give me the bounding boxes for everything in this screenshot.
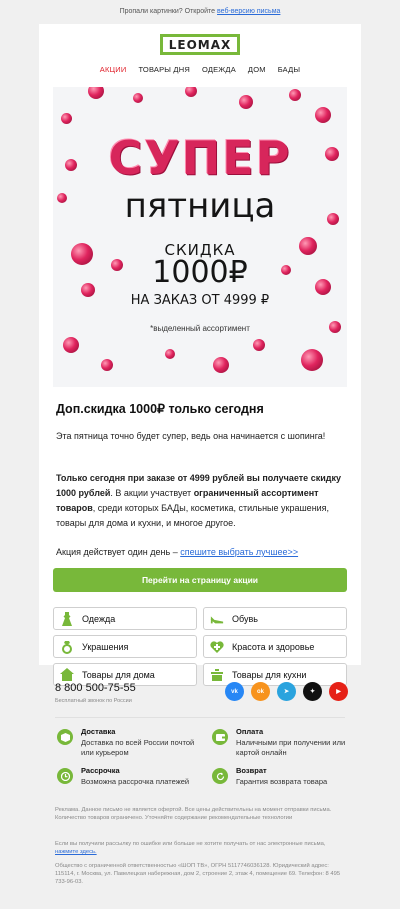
nav-item-supplements[interactable]: БАДЫ bbox=[278, 65, 301, 74]
leomax-logo[interactable]: LEOMAX bbox=[159, 34, 241, 55]
promo-duration-text: Акция действует один день – bbox=[56, 547, 181, 557]
phone-note: Бесплатный звонок по России bbox=[55, 698, 132, 704]
health-icon bbox=[210, 640, 224, 654]
nav-item-sales[interactable]: АКЦИИ bbox=[100, 65, 127, 74]
gem-decoration bbox=[253, 339, 265, 351]
hero-banner[interactable]: СУПЕР пятница СКИДКА 1000₽ НА ЗАКАЗ ОТ 4… bbox=[53, 87, 347, 387]
zen-icon[interactable]: ✦ bbox=[303, 682, 322, 701]
ok-icon[interactable]: ok bbox=[251, 682, 270, 701]
article-intro: Эта пятница точно будет супер, ведь она … bbox=[56, 431, 326, 441]
ring-icon bbox=[60, 640, 74, 654]
category-label: Обувь bbox=[232, 613, 258, 624]
gem-decoration bbox=[63, 337, 79, 353]
offer-text: . В акции участвует bbox=[110, 488, 194, 498]
gem-decoration bbox=[165, 349, 175, 359]
info-title: Возврат bbox=[236, 766, 267, 775]
gem-decoration bbox=[101, 359, 113, 371]
gem-decoration bbox=[289, 89, 301, 101]
info-desc: Наличными при получении или картой онлай… bbox=[236, 738, 346, 757]
youtube-icon[interactable]: ▶ bbox=[329, 682, 348, 701]
gem-decoration bbox=[185, 87, 197, 97]
info-desc: Гарантия возврата товара bbox=[236, 777, 328, 786]
hero-amount: 1000₽ bbox=[152, 255, 248, 290]
category-label: Товары для кухни bbox=[232, 669, 307, 680]
dress-icon bbox=[60, 611, 74, 626]
category-label: Украшения bbox=[82, 641, 129, 652]
info-desc: Доставка по всей России почтой или курье… bbox=[81, 738, 195, 757]
nav-item-clothes[interactable]: ОДЕЖДА bbox=[202, 65, 236, 74]
category-beauty-health[interactable]: Красота и здоровье bbox=[203, 635, 347, 658]
gem-decoration bbox=[88, 87, 104, 99]
choose-best-link[interactable]: спешите выбрать лучшее>> bbox=[180, 547, 298, 557]
vk-icon[interactable]: vk bbox=[225, 682, 244, 701]
category-label: Красота и здоровье bbox=[232, 641, 315, 652]
gem-decoration bbox=[315, 107, 331, 123]
gem-decoration bbox=[61, 113, 72, 124]
hero-note: *выделенный ассортимент bbox=[150, 324, 250, 333]
box-icon bbox=[57, 729, 73, 745]
house-icon bbox=[60, 668, 74, 682]
hero-condition: НА ЗАКАЗ ОТ 4999 ₽ bbox=[130, 293, 270, 308]
return-icon bbox=[212, 768, 228, 784]
top-nav: АКЦИИ ТОВАРЫ ДНЯ ОДЕЖДА ДОМ БАДЫ bbox=[39, 65, 361, 74]
category-shoes[interactable]: Обувь bbox=[203, 607, 347, 630]
assortment-text: , среди которых БАДы, косметика, стильны… bbox=[56, 503, 330, 528]
gem-decoration bbox=[213, 357, 229, 373]
unsubscribe-link[interactable]: нажмите здесь. bbox=[55, 849, 97, 855]
telegram-icon[interactable]: ➤ bbox=[277, 682, 296, 701]
info-desc: Возможна рассрочка платежей bbox=[81, 777, 190, 786]
category-label: Товары для дома bbox=[82, 669, 155, 680]
nav-item-day-goods[interactable]: ТОВАРЫ ДНЯ bbox=[138, 65, 189, 74]
gem-decoration bbox=[133, 93, 143, 103]
article-footer-line: Акция действует один день – спешите выбр… bbox=[56, 545, 351, 559]
article-headline: Доп.скидка 1000₽ только сегодня bbox=[56, 402, 264, 416]
gem-decoration bbox=[239, 95, 253, 109]
divider bbox=[55, 717, 345, 718]
email-card: LEOMAX АКЦИИ ТОВАРЫ ДНЯ ОДЕЖДА ДОМ БАДЫ … bbox=[39, 24, 361, 686]
wallet-icon bbox=[212, 729, 228, 745]
category-clothes[interactable]: Одежда bbox=[53, 607, 197, 630]
footer-unsubscribe: Если вы получили рассылку по ошибке или … bbox=[55, 840, 350, 856]
category-grid: Одежда Обувь Украшения Красота и здоровь… bbox=[53, 607, 347, 686]
web-version-link[interactable]: веб-версию письма bbox=[217, 8, 280, 15]
preheader-text: Пропали картинки? Откройте bbox=[119, 8, 216, 15]
shoe-icon bbox=[210, 612, 224, 626]
article-body: Только сегодня при заказе от 4999 рублей… bbox=[56, 471, 351, 531]
footer-disclaimer: Реклама. Данное письмо не является оферт… bbox=[55, 807, 332, 821]
hero-subtitle: пятница bbox=[124, 186, 276, 226]
gem-decoration bbox=[301, 349, 323, 371]
category-jewelry[interactable]: Украшения bbox=[53, 635, 197, 658]
clock-icon bbox=[57, 768, 73, 784]
unsubscribe-text: Если вы получили рассылку по ошибке или … bbox=[55, 841, 326, 847]
info-title: Доставка bbox=[81, 727, 116, 736]
go-to-promo-button[interactable]: Перейти на страницу акции bbox=[53, 568, 347, 592]
pot-icon bbox=[210, 668, 224, 682]
phone-number[interactable]: 8 800 500-75-55 bbox=[55, 682, 136, 694]
footer-legal: Общество с ограниченной ответственностью… bbox=[55, 863, 341, 885]
hero-title: СУПЕР bbox=[108, 131, 292, 185]
info-title: Рассрочка bbox=[81, 766, 120, 775]
nav-item-home[interactable]: ДОМ bbox=[248, 65, 266, 74]
social-links: vk ok ➤ ✦ ▶ bbox=[225, 682, 348, 701]
category-label: Одежда bbox=[82, 613, 116, 624]
preheader: Пропали картинки? Откройте веб-версию пи… bbox=[0, 0, 400, 24]
info-title: Оплата bbox=[236, 727, 264, 736]
